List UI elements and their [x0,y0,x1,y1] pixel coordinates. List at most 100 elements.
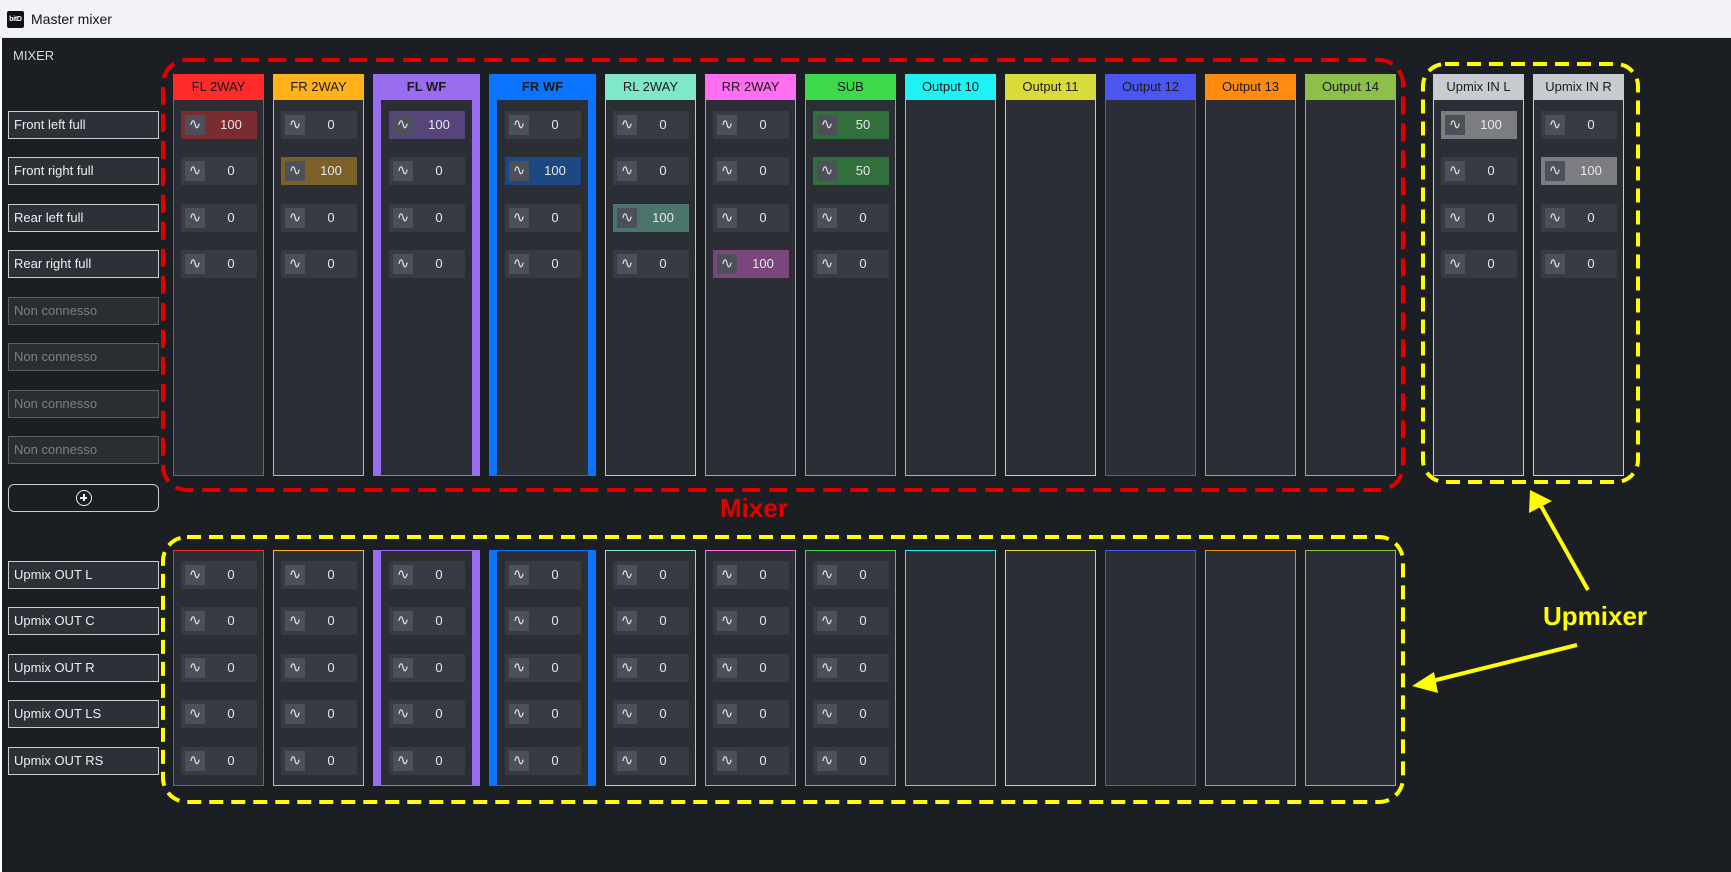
sine-wave-icon[interactable]: ∿ [393,704,413,724]
gain-cell[interactable]: ∿ 0 [1441,204,1517,232]
sine-wave-icon[interactable]: ∿ [1545,115,1565,135]
gain-value[interactable]: 0 [309,250,353,278]
gain-cell[interactable]: ∿ 0 [813,250,889,278]
gain-cell[interactable]: ∿ 0 [181,204,257,232]
gain-cell[interactable]: ∿ 0 [1441,157,1517,185]
sine-wave-icon[interactable]: ∿ [817,565,837,585]
gain-cell[interactable]: ∿ 0 [613,747,689,775]
gain-cell[interactable]: ∿ 0 [613,111,689,139]
gain-value[interactable]: 0 [417,250,461,278]
sine-wave-icon[interactable]: ∿ [617,751,637,771]
sine-wave-icon[interactable]: ∿ [817,161,837,181]
sine-wave-icon[interactable]: ∿ [285,115,305,135]
upmix-input-label[interactable]: Upmix OUT R [8,654,159,682]
gain-cell[interactable]: ∿ 0 [281,700,357,728]
gain-value[interactable]: 0 [309,561,353,589]
gain-cell[interactable]: ∿ 0 [389,561,465,589]
gain-cell[interactable]: ∿ 0 [181,607,257,635]
gain-cell[interactable]: ∿ 0 [281,654,357,682]
upmix-input-label[interactable]: Upmix OUT RS [8,747,159,775]
gain-cell[interactable]: ∿ 0 [389,700,465,728]
sine-wave-icon[interactable]: ∿ [285,565,305,585]
sine-wave-icon[interactable]: ∿ [509,254,529,274]
gain-value[interactable]: 0 [741,157,785,185]
gain-value[interactable]: 0 [533,700,577,728]
gain-value[interactable]: 0 [641,561,685,589]
gain-value[interactable]: 0 [533,561,577,589]
gain-cell[interactable]: ∿ 0 [505,561,581,589]
gain-value[interactable]: 0 [1569,204,1613,232]
sine-wave-icon[interactable]: ∿ [285,254,305,274]
sine-wave-icon[interactable]: ∿ [509,115,529,135]
upmix-input-label[interactable]: Upmix OUT LS [8,700,159,728]
gain-cell[interactable]: ∿ 0 [181,700,257,728]
sine-wave-icon[interactable]: ∿ [1545,254,1565,274]
gain-cell[interactable]: ∿ 0 [281,204,357,232]
gain-value[interactable]: 0 [209,700,253,728]
gain-value[interactable]: 100 [641,204,685,232]
sine-wave-icon[interactable]: ∿ [509,611,529,631]
sine-wave-icon[interactable]: ∿ [717,161,737,181]
gain-value[interactable]: 0 [1469,204,1513,232]
gain-cell[interactable]: ∿ 0 [389,607,465,635]
gain-cell[interactable]: ∿ 0 [281,747,357,775]
gain-cell[interactable]: ∿ 0 [1541,204,1617,232]
gain-cell[interactable]: ∿ 0 [505,204,581,232]
sine-wave-icon[interactable]: ∿ [817,254,837,274]
gain-cell[interactable]: ∿ 100 [389,111,465,139]
input-label[interactable]: Non connesso [8,390,159,418]
gain-cell[interactable]: ∿ 0 [505,747,581,775]
gain-cell[interactable]: ∿ 0 [613,654,689,682]
gain-value[interactable]: 0 [1469,157,1513,185]
gain-value[interactable]: 0 [533,654,577,682]
gain-cell[interactable]: ∿ 0 [181,654,257,682]
gain-value[interactable]: 0 [309,607,353,635]
sine-wave-icon[interactable]: ∿ [509,658,529,678]
gain-value[interactable]: 0 [417,561,461,589]
gain-cell[interactable]: ∿ 0 [505,700,581,728]
gain-value[interactable]: 0 [641,700,685,728]
gain-cell[interactable]: ∿ 0 [713,700,789,728]
gain-cell[interactable]: ∿ 0 [613,250,689,278]
gain-value[interactable]: 0 [417,747,461,775]
gain-cell[interactable]: ∿ 0 [389,654,465,682]
gain-value[interactable]: 0 [417,607,461,635]
gain-value[interactable]: 0 [417,654,461,682]
gain-value[interactable]: 0 [209,654,253,682]
gain-value[interactable]: 50 [841,157,885,185]
gain-cell[interactable]: ∿ 0 [281,561,357,589]
sine-wave-icon[interactable]: ∿ [393,254,413,274]
gain-value[interactable]: 0 [841,747,885,775]
gain-value[interactable]: 0 [209,747,253,775]
sine-wave-icon[interactable]: ∿ [509,751,529,771]
sine-wave-icon[interactable]: ∿ [393,565,413,585]
input-label[interactable]: Non connesso [8,297,159,325]
sine-wave-icon[interactable]: ∿ [185,565,205,585]
gain-cell[interactable]: ∿ 100 [505,157,581,185]
gain-cell[interactable]: ∿ 0 [613,607,689,635]
gain-value[interactable]: 0 [641,157,685,185]
gain-cell[interactable]: ∿ 0 [389,250,465,278]
sine-wave-icon[interactable]: ∿ [717,565,737,585]
sine-wave-icon[interactable]: ∿ [617,611,637,631]
sine-wave-icon[interactable]: ∿ [185,161,205,181]
input-label[interactable]: Rear right full [8,250,159,278]
sine-wave-icon[interactable]: ∿ [1445,208,1465,228]
upmix-input-label[interactable]: Upmix OUT C [8,607,159,635]
gain-cell[interactable]: ∿ 0 [713,204,789,232]
input-label[interactable]: Front left full [8,111,159,139]
gain-value[interactable]: 50 [841,111,885,139]
gain-value[interactable]: 0 [841,654,885,682]
sine-wave-icon[interactable]: ∿ [509,704,529,724]
gain-value[interactable]: 0 [533,204,577,232]
gain-value[interactable]: 100 [209,111,253,139]
gain-value[interactable]: 0 [741,747,785,775]
sine-wave-icon[interactable]: ∿ [285,751,305,771]
gain-value[interactable]: 0 [741,654,785,682]
gain-value[interactable]: 0 [209,157,253,185]
gain-value[interactable]: 0 [417,157,461,185]
gain-value[interactable]: 0 [309,204,353,232]
gain-cell[interactable]: ∿ 0 [713,561,789,589]
sine-wave-icon[interactable]: ∿ [285,161,305,181]
gain-cell[interactable]: ∿ 50 [813,111,889,139]
